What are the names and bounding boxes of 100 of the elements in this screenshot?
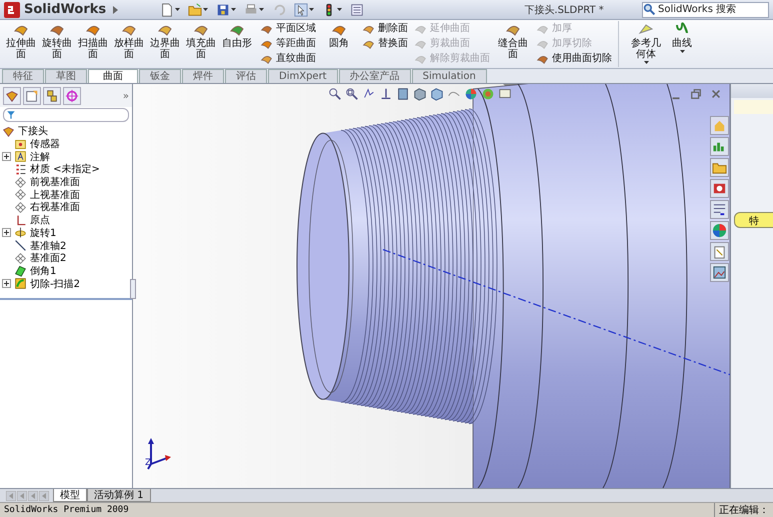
ribbon-button[interactable]: 圆角 — [322, 21, 356, 67]
configuration-icon — [45, 89, 59, 103]
monitor-icon — [498, 87, 512, 101]
expand-icon[interactable] — [2, 228, 11, 238]
ribbon-button[interactable]: 填充曲面 — [184, 21, 218, 67]
color-ball-button[interactable] — [464, 87, 478, 101]
display-style-button[interactable] — [413, 87, 427, 101]
configuration-tab[interactable] — [43, 87, 61, 105]
view-orientation-icon — [396, 87, 410, 101]
expand-icon[interactable] — [2, 279, 11, 288]
tree-item[interactable]: 旋转1 — [30, 226, 56, 240]
ribbon-button[interactable]: 放样曲面 — [112, 21, 146, 67]
filter-field[interactable] — [3, 108, 129, 122]
tab[interactable]: 草图 — [45, 69, 87, 83]
sheet-tab[interactable]: 活动算例 1 — [87, 489, 151, 502]
tree-item[interactable]: 右视基准面 — [30, 200, 80, 214]
monitor-button[interactable] — [498, 87, 512, 101]
ribbon-button[interactable]: 自由形 — [220, 21, 254, 67]
tree-item[interactable]: 下接头 — [18, 124, 48, 138]
ribbon-button[interactable]: 替换面 — [362, 36, 408, 51]
ribbon-button[interactable]: 使用曲面切除 — [536, 51, 612, 66]
tab[interactable]: 曲面 — [88, 69, 138, 83]
bar-chart-tab[interactable] — [710, 137, 729, 156]
clipboard-tab[interactable] — [710, 242, 729, 261]
ribbon-button[interactable]: 拉伸曲面 — [4, 21, 38, 67]
options-icon — [350, 2, 364, 16]
tree-item[interactable]: 基准面2 — [30, 251, 66, 266]
tab[interactable]: 钣金 — [139, 69, 181, 83]
folder-tab[interactable] — [710, 158, 729, 177]
ribbon-button[interactable]: 平面区域 — [260, 21, 316, 36]
ribbon-button[interactable]: 旋转曲面 — [40, 21, 74, 67]
zoom-area-button[interactable] — [345, 87, 359, 101]
tree-item[interactable]: 切除-扫描2 — [30, 276, 80, 291]
tree-item[interactable]: 材质 <未指定> — [30, 162, 100, 176]
tab[interactable]: 焊件 — [182, 69, 224, 83]
tab[interactable]: Simulation — [412, 69, 487, 83]
menu-arrow-icon[interactable] — [110, 4, 120, 16]
ribbon-button[interactable]: 直纹曲面 — [260, 51, 316, 66]
axis-icon — [14, 239, 27, 252]
ribbon-button[interactable]: 曲线 — [665, 21, 699, 67]
ribbon-button[interactable]: 缝合曲面 — [496, 21, 530, 67]
list-tab[interactable] — [710, 200, 729, 219]
scene-button[interactable] — [481, 87, 495, 101]
tab[interactable]: 办公室产品 — [338, 69, 411, 83]
tree-item[interactable]: 注解 — [30, 150, 50, 164]
tab[interactable]: DimXpert — [268, 69, 338, 83]
crosshair-tab[interactable] — [63, 87, 81, 105]
search-field[interactable]: SolidWorks 搜索 — [642, 2, 769, 18]
new-document-icon — [160, 2, 174, 16]
tab[interactable]: 评估 — [225, 69, 267, 83]
save-icon — [216, 2, 230, 16]
part-icon — [2, 124, 15, 138]
scene-icon — [481, 87, 495, 101]
color-wheel-tab[interactable] — [710, 221, 729, 240]
tree-item[interactable]: 基准轴2 — [30, 238, 66, 253]
search-icon — [643, 3, 656, 16]
ribbon-button[interactable]: 等距曲面 — [260, 36, 316, 51]
select-arrow-button[interactable] — [292, 2, 316, 16]
feature-tree-tab[interactable] — [3, 87, 21, 105]
part-model-drawing[interactable] — [296, 84, 730, 488]
annotation-icon — [14, 150, 27, 164]
color-wheel-icon — [712, 223, 727, 238]
picture-tab[interactable] — [710, 263, 729, 282]
close-icon[interactable] — [710, 88, 722, 100]
plane-icon — [14, 176, 27, 189]
color-ball-icon — [464, 87, 478, 101]
ribbon-button[interactable]: 扫描曲面 — [76, 21, 110, 67]
tree-item[interactable]: 原点 — [30, 213, 50, 228]
expand-panel-button[interactable]: » — [122, 90, 129, 102]
tree-item[interactable]: 传感器 — [30, 137, 60, 152]
ribbon-button[interactable]: 删除面 — [362, 21, 408, 36]
zoom-to-fit-button[interactable] — [328, 87, 342, 101]
expand-icon[interactable] — [2, 152, 11, 162]
cube-button[interactable] — [430, 87, 444, 101]
caret-icon — [309, 8, 314, 11]
gallery-icon — [712, 181, 727, 196]
open-folder-icon — [188, 2, 202, 16]
open-folder-button[interactable] — [186, 2, 210, 16]
property-icon — [25, 89, 39, 103]
view-orientation-button[interactable] — [396, 87, 410, 101]
ribbon-button[interactable]: 边界曲面 — [148, 21, 182, 67]
section-view-button[interactable] — [379, 87, 393, 101]
picture-icon — [712, 265, 727, 280]
ribbon-button[interactable]: 参考几何体 — [629, 21, 663, 67]
gallery-tab[interactable] — [710, 179, 729, 198]
tree-item[interactable]: 上视基准面 — [30, 188, 80, 202]
caret-icon — [680, 50, 684, 53]
display-style-icon — [413, 87, 427, 101]
caret-icon — [644, 61, 648, 64]
pane-title-bar — [731, 84, 773, 98]
restore-icon[interactable] — [690, 88, 702, 100]
property-tab[interactable] — [23, 87, 41, 105]
crosshair-icon — [65, 89, 79, 103]
feature-button[interactable]: 特 — [734, 212, 773, 228]
tree-item[interactable]: 前视基准面 — [30, 175, 80, 190]
sheet-tab[interactable]: 模型 — [53, 489, 87, 502]
cut-icon — [14, 277, 27, 290]
tree-item[interactable]: 倒角1 — [30, 264, 56, 278]
tab[interactable]: 特征 — [2, 69, 44, 83]
splitter-handle[interactable] — [130, 279, 136, 299]
